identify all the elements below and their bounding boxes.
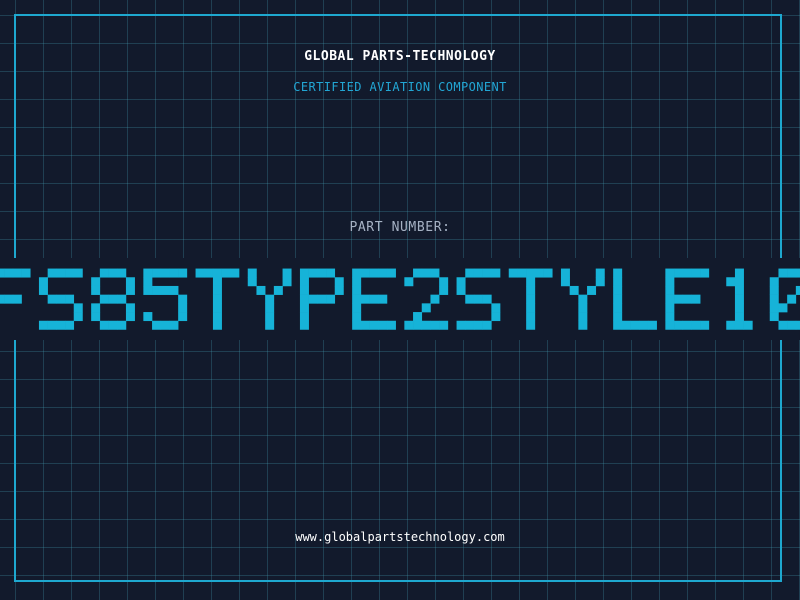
part-number-char bbox=[38, 268, 83, 330]
company-name: GLOBAL PARTS-TECHNOLOGY bbox=[304, 49, 496, 64]
part-number-char bbox=[613, 268, 657, 330]
part-number-char bbox=[560, 268, 605, 330]
part-number-char bbox=[769, 268, 800, 330]
part-number-char bbox=[508, 268, 553, 330]
tagline: CERTIFIED AVIATION COMPONENT bbox=[293, 80, 507, 94]
part-number-char bbox=[299, 268, 344, 330]
part-number-char bbox=[91, 268, 135, 330]
part-number-char bbox=[456, 268, 501, 330]
part-number-pixel-text bbox=[0, 268, 800, 330]
part-number-char bbox=[195, 268, 240, 330]
part-number-char bbox=[352, 268, 396, 330]
part-number-char bbox=[726, 268, 753, 330]
part-number-char bbox=[0, 268, 31, 304]
part-number-label: PART NUMBER: bbox=[349, 220, 451, 235]
part-number-char bbox=[143, 268, 188, 330]
part-number-char bbox=[665, 268, 710, 330]
label-canvas: GLOBAL PARTS-TECHNOLOGY CERTIFIED AVIATI… bbox=[0, 0, 800, 600]
part-number-band bbox=[0, 258, 800, 340]
website-url: www.globalpartstechnology.com bbox=[295, 530, 505, 544]
part-number-char bbox=[247, 268, 292, 330]
part-number-char bbox=[404, 268, 449, 330]
